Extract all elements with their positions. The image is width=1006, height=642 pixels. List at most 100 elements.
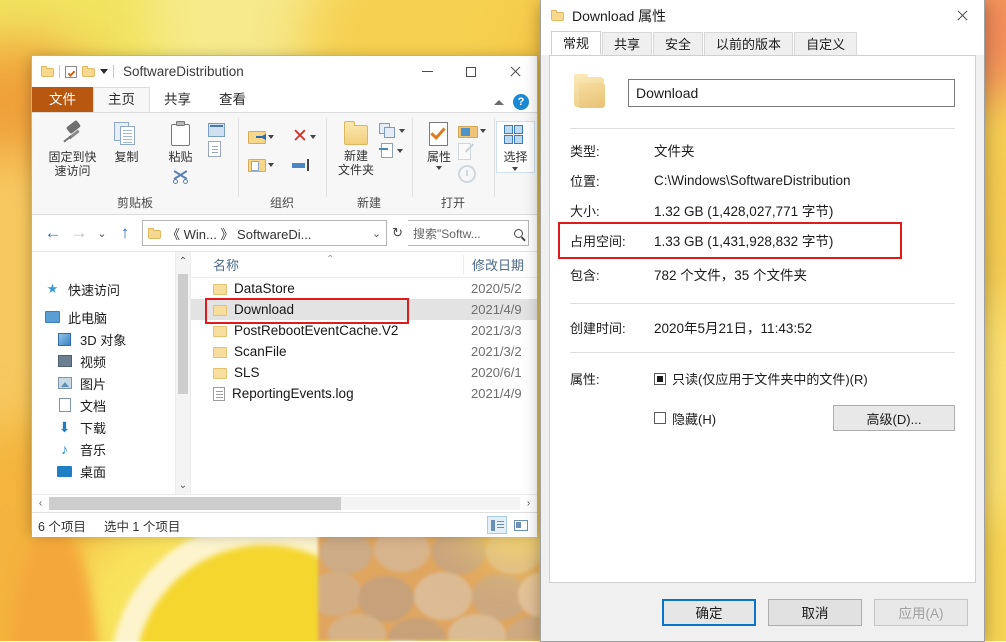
ribbon-toolbar[interactable]: 固定到快 速访问 复制 粘贴 剪贴板 ✕ 组织 新建 文件夹 新建 属性 打开 … xyxy=(32,112,537,215)
table-row[interactable]: ReportingEvents.log 2021/4/9 xyxy=(191,383,537,404)
table-row[interactable]: Download 2021/4/9 xyxy=(191,299,537,320)
scroll-left-icon[interactable]: ‹ xyxy=(32,498,49,509)
apply-button[interactable]: 应用(A) xyxy=(874,598,968,626)
ok-button[interactable]: 确定 xyxy=(662,598,756,626)
sidebar-item-quick-access[interactable]: ★ 快速访问 xyxy=(32,278,190,300)
address-bar[interactable]: ← → ⌄ ↑ 《 Win... 》 SoftwareDi... ⌄ ↻ 搜索"… xyxy=(32,215,537,251)
column-header-name[interactable]: 名称 ⌃ xyxy=(191,254,463,274)
tab-customize[interactable]: 自定义 xyxy=(794,32,858,55)
explorer-title-bar[interactable]: SoftwareDistribution xyxy=(32,56,537,87)
refresh-icon[interactable]: ↻ xyxy=(387,225,408,241)
recent-dropdown-icon[interactable]: ⌄ xyxy=(92,220,112,246)
edit-icon[interactable] xyxy=(458,143,475,161)
checkbox-icon[interactable] xyxy=(65,65,77,78)
address-path-box[interactable]: 《 Win... 》 SoftwareDi... ⌄ xyxy=(142,220,388,246)
cancel-button[interactable]: 取消 xyxy=(768,598,862,626)
sidebar-item-pictures[interactable]: 图片 xyxy=(32,372,190,394)
dropdown-caret-icon[interactable] xyxy=(100,69,108,74)
scrollbar-track[interactable] xyxy=(49,497,520,510)
scroll-down-icon[interactable]: ⌄ xyxy=(176,476,190,494)
hidden-checkbox-row[interactable]: 隐藏(H) xyxy=(654,409,716,428)
minimize-button[interactable] xyxy=(405,56,449,87)
navigation-pane[interactable]: ★ 快速访问 此电脑 3D 对象 视频 图片 文档 ⬇ 下载 ♪ 音乐 桌面 ⌃… xyxy=(32,252,190,494)
copy-to-button[interactable] xyxy=(248,157,275,173)
folder-icon[interactable] xyxy=(41,66,54,77)
dialog-close-button[interactable] xyxy=(940,0,984,31)
ribbon-tab-home[interactable]: 主页 xyxy=(93,87,150,112)
horizontal-scrollbar[interactable]: ‹ › xyxy=(32,494,537,512)
up-arrow-icon[interactable]: ↑ xyxy=(112,220,138,246)
properties-dialog[interactable]: Download 属性 常规 共享 安全 以前的版本 自定义 Download … xyxy=(540,0,985,642)
details-view-button[interactable] xyxy=(487,516,507,534)
new-item-button[interactable] xyxy=(379,123,405,139)
dialog-title-bar[interactable]: Download 属性 xyxy=(541,0,984,31)
clipboard-small-buttons[interactable] xyxy=(207,117,225,157)
new-small-buttons[interactable] xyxy=(379,117,405,159)
table-row[interactable]: DataStore 2020/5/2 xyxy=(191,278,537,299)
new-folder-button[interactable]: 新建 文件夹 xyxy=(333,117,379,177)
ribbon-tab-view[interactable]: 查看 xyxy=(205,87,260,112)
history-icon[interactable] xyxy=(458,165,476,183)
copy-button[interactable]: 复制 xyxy=(100,117,154,164)
ribbon-tab-share[interactable]: 共享 xyxy=(150,87,205,112)
ribbon-right-controls[interactable]: ? xyxy=(494,94,529,110)
navigation-scrollbar[interactable]: ⌃ ⌄ xyxy=(175,252,190,494)
back-arrow-icon[interactable]: ← xyxy=(40,220,66,246)
tab-sharing[interactable]: 共享 xyxy=(602,32,653,55)
copy-path-icon[interactable] xyxy=(207,123,225,137)
table-row[interactable]: SLS 2020/6/1 xyxy=(191,362,537,383)
sidebar-item-music[interactable]: ♪ 音乐 xyxy=(32,438,190,460)
sidebar-item-documents[interactable]: 文档 xyxy=(32,394,190,416)
cut-icon[interactable] xyxy=(172,168,189,184)
folder-icon[interactable] xyxy=(82,66,95,77)
sidebar-item-downloads[interactable]: ⬇ 下载 xyxy=(32,416,190,438)
open-small-buttons[interactable] xyxy=(458,117,486,183)
chevron-down-icon[interactable]: ⌄ xyxy=(372,227,381,240)
large-icons-view-button[interactable] xyxy=(511,516,531,534)
tab-security[interactable]: 安全 xyxy=(653,32,704,55)
column-header-date[interactable]: 修改日期 xyxy=(463,255,537,274)
easy-access-button[interactable] xyxy=(379,143,405,159)
move-to-button[interactable] xyxy=(248,129,275,145)
scroll-up-icon[interactable]: ⌃ xyxy=(176,252,190,270)
open-button[interactable] xyxy=(458,123,486,139)
select-button[interactable]: 选择 xyxy=(496,121,535,173)
sidebar-item-videos[interactable]: 视频 xyxy=(32,350,190,372)
advanced-button[interactable]: 高级(D)... xyxy=(833,405,955,431)
paste-button[interactable]: 粘贴 xyxy=(154,117,208,184)
pin-to-quick-access-button[interactable]: 固定到快 速访问 xyxy=(46,117,100,178)
ribbon-tab-bar[interactable]: 文件 主页 共享 查看 ? xyxy=(32,87,537,112)
scrollbar-thumb[interactable] xyxy=(49,497,342,510)
table-row[interactable]: ScanFile 2021/3/2 xyxy=(191,341,537,362)
sidebar-item-3d-objects[interactable]: 3D 对象 xyxy=(32,328,190,350)
search-input[interactable]: 搜索"Softw... xyxy=(413,225,514,242)
sidebar-item-desktop[interactable]: 桌面 xyxy=(32,460,190,482)
column-headers[interactable]: 名称 ⌃ 修改日期 xyxy=(191,252,537,278)
file-list-pane[interactable]: 名称 ⌃ 修改日期 DataStore 2020/5/2 Download 20… xyxy=(190,252,537,494)
scroll-right-icon[interactable]: › xyxy=(520,498,537,509)
window-controls[interactable] xyxy=(405,56,537,87)
folder-name-input[interactable]: Download xyxy=(628,79,955,107)
file-explorer-window[interactable]: SoftwareDistribution 文件 主页 共享 查看 ? 固定到快速… xyxy=(31,55,538,537)
hidden-checkbox[interactable] xyxy=(654,412,666,424)
ribbon-tab-file[interactable]: 文件 xyxy=(32,87,93,112)
tab-general[interactable]: 常规 xyxy=(551,31,602,55)
tab-previous-versions[interactable]: 以前的版本 xyxy=(704,32,794,55)
rename-button[interactable] xyxy=(292,157,312,173)
dialog-tab-bar[interactable]: 常规 共享 安全 以前的版本 自定义 xyxy=(541,31,984,55)
help-icon[interactable]: ? xyxy=(513,94,529,110)
readonly-checkbox-row[interactable]: 只读(仅应用于文件夹中的文件)(R) xyxy=(654,369,955,388)
search-box[interactable]: 搜索"Softw... xyxy=(408,220,529,246)
readonly-checkbox[interactable] xyxy=(654,372,666,385)
view-mode-buttons[interactable] xyxy=(487,516,531,534)
sidebar-item-this-pc[interactable]: 此电脑 xyxy=(32,306,190,328)
maximize-button[interactable] xyxy=(449,56,493,87)
forward-arrow-icon[interactable]: → xyxy=(66,220,92,246)
chevron-up-icon[interactable] xyxy=(494,99,504,105)
close-button[interactable] xyxy=(493,56,537,87)
table-row[interactable]: PostRebootEventCache.V2 2021/3/3 xyxy=(191,320,537,341)
quick-access-toolbar[interactable] xyxy=(32,65,114,78)
delete-button[interactable]: ✕ xyxy=(292,127,316,146)
scrollbar-thumb[interactable] xyxy=(178,274,188,394)
paste-shortcut-icon[interactable] xyxy=(207,141,221,157)
